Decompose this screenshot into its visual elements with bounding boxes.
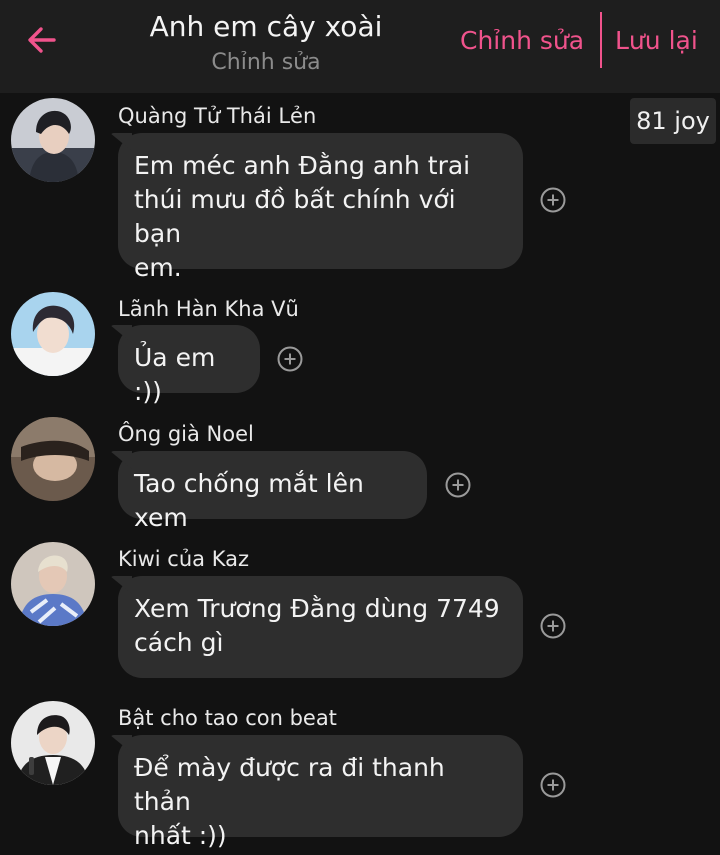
- message-line: Em méc anh Đằng anh trai: [134, 151, 471, 180]
- sender-name: Lãnh Hàn Kha Vũ: [118, 297, 299, 321]
- avatar[interactable]: [11, 542, 95, 626]
- message-bubble[interactable]: Ủa em :)): [118, 325, 260, 406]
- message-line: thúi mưu đồ bất chính với bạn: [134, 185, 456, 248]
- message-bubble[interactable]: Để mày được ra đi thanh thản nhất :)): [118, 735, 523, 850]
- message-bubble[interactable]: Tao chống mắt lên xem: [118, 451, 427, 532]
- message-line: nhất :)): [134, 821, 227, 850]
- message-line: Tao chống mắt lên xem: [134, 469, 364, 532]
- sender-name: Kiwi của Kaz: [118, 547, 249, 571]
- plus-circle-icon[interactable]: [540, 613, 566, 639]
- header-divider: [600, 12, 602, 68]
- chat-title: Anh em cây xoài: [149, 10, 383, 43]
- top-app-bar: Anh em cây xoài Chỉnh sửa Chỉnh sửa Lưu …: [0, 0, 720, 93]
- plus-circle-icon[interactable]: [277, 346, 303, 372]
- avatar[interactable]: [11, 292, 95, 376]
- save-button[interactable]: Lưu lại: [615, 26, 698, 55]
- avatar[interactable]: [11, 98, 95, 182]
- plus-circle-icon[interactable]: [540, 772, 566, 798]
- avatar[interactable]: [11, 417, 95, 501]
- arrow-left-icon: [28, 27, 56, 53]
- message-bubble[interactable]: Em méc anh Đằng anh trai thúi mưu đồ bất…: [118, 133, 523, 282]
- sender-name: Ông già Noel: [118, 422, 254, 446]
- sender-name: Bật cho tao con beat: [118, 706, 337, 730]
- message-line: cách gì: [134, 628, 224, 657]
- avatar[interactable]: [11, 701, 95, 785]
- joy-count-badge[interactable]: 81 joy: [630, 98, 716, 144]
- plus-circle-icon[interactable]: [540, 187, 566, 213]
- message-line: Để mày được ra đi thanh thản: [134, 753, 445, 816]
- message-line: Ủa em :)): [134, 343, 216, 406]
- message-line: Xem Trương Đằng dùng 7749: [134, 594, 500, 623]
- message-line: em.: [134, 253, 182, 282]
- chat-screen: Anh em cây xoài Chỉnh sửa Chỉnh sửa Lưu …: [0, 0, 720, 855]
- plus-circle-icon[interactable]: [445, 472, 471, 498]
- title-area: Anh em cây xoài Chỉnh sửa: [100, 0, 432, 93]
- message-bubble[interactable]: Xem Trương Đằng dùng 7749 cách gì: [118, 576, 523, 678]
- sender-name: Quàng Tử Thái Lẻn: [118, 104, 317, 128]
- back-button[interactable]: [18, 16, 66, 64]
- chat-subtitle: Chỉnh sửa: [211, 50, 321, 75]
- edit-button[interactable]: Chỉnh sửa: [460, 26, 584, 55]
